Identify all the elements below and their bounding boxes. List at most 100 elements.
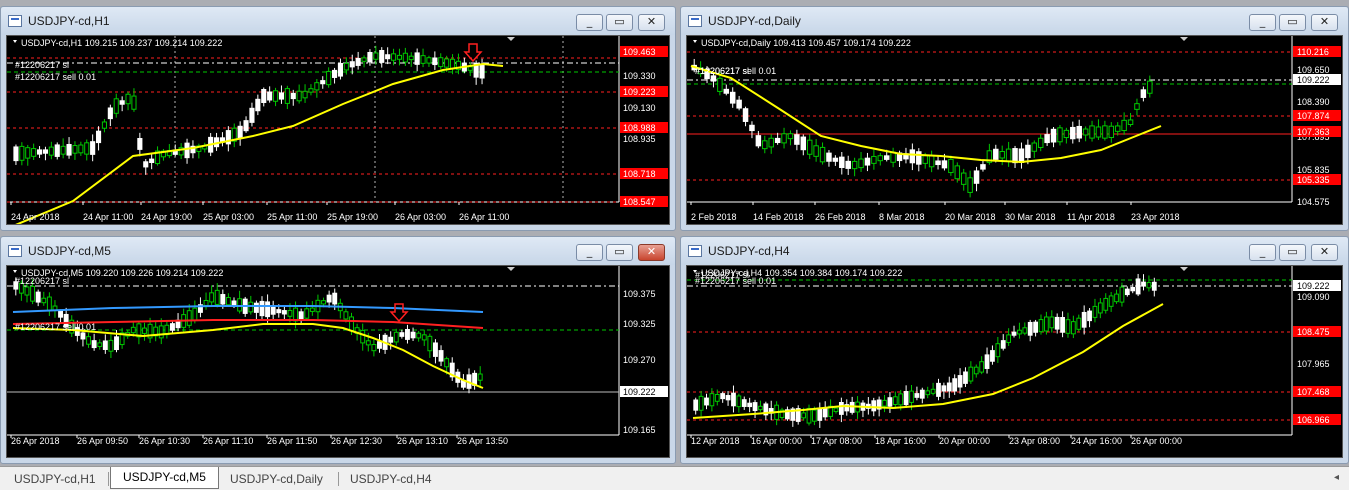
candle-body [723, 88, 730, 94]
candle-body [432, 57, 438, 66]
candle-body [125, 93, 131, 105]
time-axis-label: 26 Apr 11:00 [459, 212, 509, 222]
candle-body [97, 342, 103, 347]
tab-h1[interactable]: USDJPY-cd,H1 [2, 469, 108, 489]
candle-body [993, 148, 999, 160]
candle-body [377, 341, 382, 349]
candle-body [304, 308, 310, 319]
candle-body [420, 55, 426, 64]
tab-m5[interactable]: USDJPY-cd,M5 [110, 467, 219, 489]
close-button[interactable]: ✕ [1311, 244, 1338, 261]
time-axis-label: 26 Apr 11:50 [267, 436, 317, 446]
chart-area[interactable]: USDJPY-cd,Daily 109.413 109.457 109.174 … [686, 35, 1343, 225]
chart-window-daily[interactable]: USDJPY-cd,Daily _ ▭ ✕ USDJPY-cd,Daily 10… [680, 6, 1349, 231]
candle-body [1076, 125, 1082, 139]
maximize-button[interactable]: ▭ [1279, 244, 1306, 261]
time-axis-label: 26 Apr 11:10 [203, 436, 253, 446]
chart-area[interactable]: USDJPY-cd,H1 109.215 109.237 109.214 109… [6, 35, 670, 225]
chart-window-icon [8, 15, 22, 27]
chart-area[interactable]: USDJPY-cd,H4 109.354 109.384 109.174 109… [686, 265, 1343, 458]
candle-body [243, 120, 249, 132]
titlebar[interactable]: USDJPY-cd,M5 _ ▭ ✕ [1, 237, 675, 265]
candle-body [1027, 321, 1033, 336]
candle-body [882, 399, 887, 407]
time-axis-label: 17 Apr 08:00 [811, 436, 862, 446]
candle-body [1146, 282, 1152, 289]
symbol-header: USDJPY-cd,Daily 109.413 109.457 109.174 … [701, 38, 911, 48]
candle-body [1006, 334, 1012, 343]
minimize-button[interactable]: _ [576, 14, 603, 31]
candle-body [725, 395, 731, 401]
candle-body [302, 90, 308, 99]
price-axis-label: 109.270 [623, 355, 656, 365]
titlebar[interactable]: USDJPY-cd,Daily _ ▭ ✕ [681, 7, 1348, 35]
candle-body [281, 310, 287, 315]
candle-body [1057, 127, 1063, 143]
candle-body [946, 382, 952, 392]
close-button[interactable]: ✕ [1311, 14, 1338, 31]
candle-body [259, 300, 265, 317]
candle-body [405, 328, 410, 340]
candle-body [379, 49, 385, 63]
candle-body [248, 301, 254, 313]
candle-body [209, 292, 215, 303]
tab-h4[interactable]: USDJPY-cd,H4 [338, 469, 444, 489]
chart-window-m5[interactable]: USDJPY-cd,M5 _ ▭ ✕ USDJPY-cd,M5 109.220 … [0, 236, 676, 464]
tab-daily[interactable]: USDJPY-cd,Daily [218, 469, 335, 489]
candle-body [113, 98, 119, 114]
candle-body [309, 307, 315, 312]
time-axis-label: 26 Apr 13:10 [397, 436, 448, 446]
candle-body [41, 297, 47, 304]
maximize-button[interactable]: ▭ [606, 14, 633, 31]
time-axis-label: 26 Apr 09:50 [77, 436, 128, 446]
tab-scroll-left-icon[interactable]: ◂ [1334, 472, 1339, 483]
minimize-button[interactable]: _ [1249, 14, 1276, 31]
candle-body [399, 332, 405, 337]
chart-area[interactable]: USDJPY-cd,M5 109.220 109.226 109.214 109… [6, 265, 670, 458]
chart-window-h1[interactable]: USDJPY-cd,H1 _ ▭ ✕ USDJPY-cd,H1 109.215 … [0, 6, 676, 231]
candle-body [851, 160, 858, 170]
sell-arrow-icon [389, 303, 409, 323]
candle-body [1135, 278, 1141, 295]
order-sell-label: #12206217 sell 0.01 [695, 276, 776, 286]
titlebar[interactable]: USDJPY-cd,H4 _ ▭ ✕ [681, 237, 1348, 265]
candle-body [1054, 316, 1060, 330]
close-button[interactable]: ✕ [638, 244, 665, 261]
maximize-button[interactable]: ▭ [606, 244, 633, 261]
price-box-label: 106.966 [1297, 415, 1330, 425]
price-axis-label: 109.130 [623, 103, 656, 113]
candle-body [385, 54, 391, 60]
time-axis-label: 24 Apr 19:00 [141, 212, 192, 222]
candle-body [293, 307, 299, 322]
candle-body [1017, 329, 1022, 335]
candle-body [752, 402, 758, 411]
chart-window-icon [8, 245, 22, 257]
candle-body [237, 298, 243, 312]
candle-body [54, 144, 60, 157]
chart-window-icon [688, 245, 702, 257]
time-axis-label: 25 Apr 19:00 [327, 212, 378, 222]
candle-body [60, 145, 66, 155]
candle-body [1081, 311, 1087, 328]
price-box-label: 105.335 [1297, 175, 1330, 185]
titlebar[interactable]: USDJPY-cd,H1 _ ▭ ✕ [1, 7, 675, 35]
candle-body [119, 100, 125, 105]
candle-body [360, 329, 366, 344]
minimize-button[interactable]: _ [576, 244, 603, 261]
candle-body [265, 301, 271, 318]
time-axis-label: 26 Apr 12:30 [331, 436, 382, 446]
time-axis-label: 24 Apr 2018 [11, 212, 60, 222]
candle-body [973, 170, 980, 184]
candle-body [367, 51, 373, 63]
close-button[interactable]: ✕ [638, 14, 665, 31]
maximize-button[interactable]: ▭ [1279, 14, 1306, 31]
minimize-button[interactable]: _ [1249, 244, 1276, 261]
chart-window-h4[interactable]: USDJPY-cd,H4 _ ▭ ✕ USDJPY-cd,H4 109.354 … [680, 236, 1349, 464]
candle-body [214, 289, 220, 305]
candle-body [90, 141, 96, 155]
candle-body [973, 366, 979, 375]
candle-body [355, 57, 361, 66]
candle-body [871, 155, 877, 164]
candle-body [1063, 129, 1070, 139]
candle-body [25, 147, 31, 159]
